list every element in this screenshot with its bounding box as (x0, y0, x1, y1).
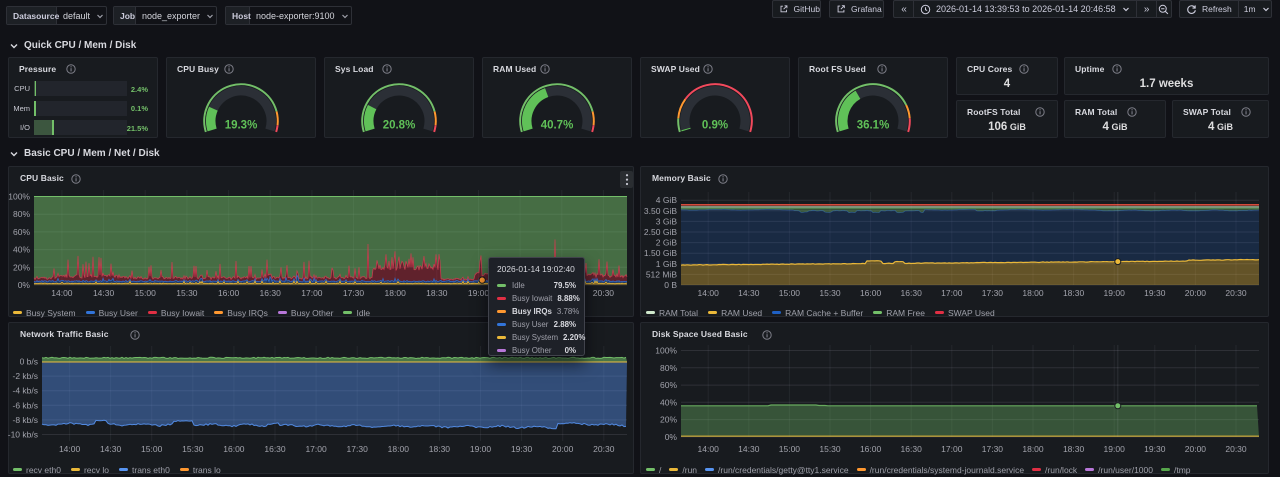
svg-text:15:30: 15:30 (819, 444, 841, 454)
svg-text:16:00: 16:00 (218, 288, 240, 298)
svg-text:4 GiB: 4 GiB (656, 195, 678, 205)
svg-text:19:00: 19:00 (470, 444, 492, 454)
svg-text:17:30: 17:30 (347, 444, 369, 454)
svg-text:-8 kb/s: -8 kb/s (12, 415, 38, 425)
svg-text:20:30: 20:30 (593, 288, 615, 298)
svg-text:14:00: 14:00 (51, 288, 73, 298)
svg-text:80%: 80% (13, 209, 30, 219)
svg-text:20:00: 20:00 (552, 444, 574, 454)
svg-text:20:30: 20:30 (593, 444, 615, 454)
svg-text:100%: 100% (8, 192, 30, 202)
svg-text:14:30: 14:30 (100, 444, 122, 454)
svg-text:16:00: 16:00 (223, 444, 245, 454)
svg-text:40%: 40% (13, 245, 30, 255)
svg-text:3.50 GiB: 3.50 GiB (644, 206, 677, 216)
svg-text:-2 kb/s: -2 kb/s (12, 371, 38, 381)
svg-text:14:30: 14:30 (738, 444, 760, 454)
svg-text:0 B: 0 B (664, 280, 677, 290)
svg-text:0.9%: 0.9% (702, 120, 728, 132)
svg-text:16:30: 16:30 (260, 288, 282, 298)
svg-text:14:30: 14:30 (738, 288, 760, 298)
svg-text:14:00: 14:00 (59, 444, 81, 454)
svg-text:20:30: 20:30 (1225, 444, 1247, 454)
svg-text:15:00: 15:00 (779, 288, 801, 298)
svg-text:16:30: 16:30 (901, 288, 923, 298)
svg-text:19:30: 19:30 (511, 444, 533, 454)
svg-text:60%: 60% (660, 380, 677, 390)
svg-text:17:30: 17:30 (343, 288, 365, 298)
svg-text:15:30: 15:30 (182, 444, 204, 454)
svg-text:100%: 100% (655, 346, 677, 356)
svg-text:14:00: 14:00 (698, 444, 720, 454)
svg-text:19:00: 19:00 (1104, 444, 1126, 454)
svg-text:15:30: 15:30 (819, 288, 841, 298)
svg-text:18:00: 18:00 (388, 444, 410, 454)
svg-text:14:00: 14:00 (698, 288, 720, 298)
svg-text:1 GiB: 1 GiB (656, 259, 678, 269)
svg-text:19:30: 19:30 (1144, 288, 1166, 298)
svg-text:20:30: 20:30 (1225, 288, 1247, 298)
svg-text:2 GiB: 2 GiB (656, 238, 678, 248)
svg-text:14:30: 14:30 (93, 288, 115, 298)
svg-text:18:30: 18:30 (426, 288, 448, 298)
svg-text:-6 kb/s: -6 kb/s (12, 400, 38, 410)
svg-text:19:00: 19:00 (468, 288, 490, 298)
svg-text:0 b/s: 0 b/s (20, 357, 38, 367)
svg-text:16:30: 16:30 (901, 444, 923, 454)
svg-text:18:30: 18:30 (1063, 288, 1085, 298)
svg-text:20.8%: 20.8% (383, 120, 416, 132)
svg-text:0%: 0% (18, 280, 31, 290)
svg-text:-4 kb/s: -4 kb/s (12, 386, 38, 396)
svg-text:0%: 0% (665, 432, 678, 442)
svg-text:20%: 20% (13, 262, 30, 272)
svg-text:17:00: 17:00 (301, 288, 323, 298)
svg-text:17:00: 17:00 (941, 444, 963, 454)
svg-text:36.1%: 36.1% (857, 120, 890, 132)
svg-text:15:00: 15:00 (135, 288, 157, 298)
svg-text:15:00: 15:00 (779, 444, 801, 454)
svg-text:17:00: 17:00 (305, 444, 327, 454)
svg-text:1.50 GiB: 1.50 GiB (644, 248, 677, 258)
svg-text:17:30: 17:30 (982, 288, 1004, 298)
svg-text:40.7%: 40.7% (541, 120, 574, 132)
svg-text:18:00: 18:00 (1022, 288, 1044, 298)
svg-text:19:00: 19:00 (1104, 288, 1126, 298)
svg-text:512 MiB: 512 MiB (646, 269, 678, 279)
svg-text:40%: 40% (660, 397, 677, 407)
svg-text:19.3%: 19.3% (225, 120, 258, 132)
svg-text:16:00: 16:00 (860, 288, 882, 298)
svg-text:15:30: 15:30 (176, 288, 198, 298)
svg-text:60%: 60% (13, 227, 30, 237)
svg-text:20%: 20% (660, 415, 677, 425)
svg-text:16:00: 16:00 (860, 444, 882, 454)
svg-text:3 GiB: 3 GiB (656, 216, 678, 226)
svg-text:18:30: 18:30 (1063, 444, 1085, 454)
svg-text:2.50 GiB: 2.50 GiB (644, 227, 677, 237)
svg-text:-10 kb/s: -10 kb/s (8, 430, 38, 440)
svg-text:20:00: 20:00 (1185, 288, 1207, 298)
svg-text:17:00: 17:00 (941, 288, 963, 298)
svg-text:16:30: 16:30 (264, 444, 286, 454)
svg-text:18:00: 18:00 (385, 288, 407, 298)
svg-text:15:00: 15:00 (141, 444, 163, 454)
svg-text:19:30: 19:30 (1144, 444, 1166, 454)
svg-text:20:00: 20:00 (1185, 444, 1207, 454)
svg-text:17:30: 17:30 (982, 444, 1004, 454)
svg-text:18:30: 18:30 (429, 444, 451, 454)
svg-text:80%: 80% (660, 363, 677, 373)
svg-text:18:00: 18:00 (1022, 444, 1044, 454)
